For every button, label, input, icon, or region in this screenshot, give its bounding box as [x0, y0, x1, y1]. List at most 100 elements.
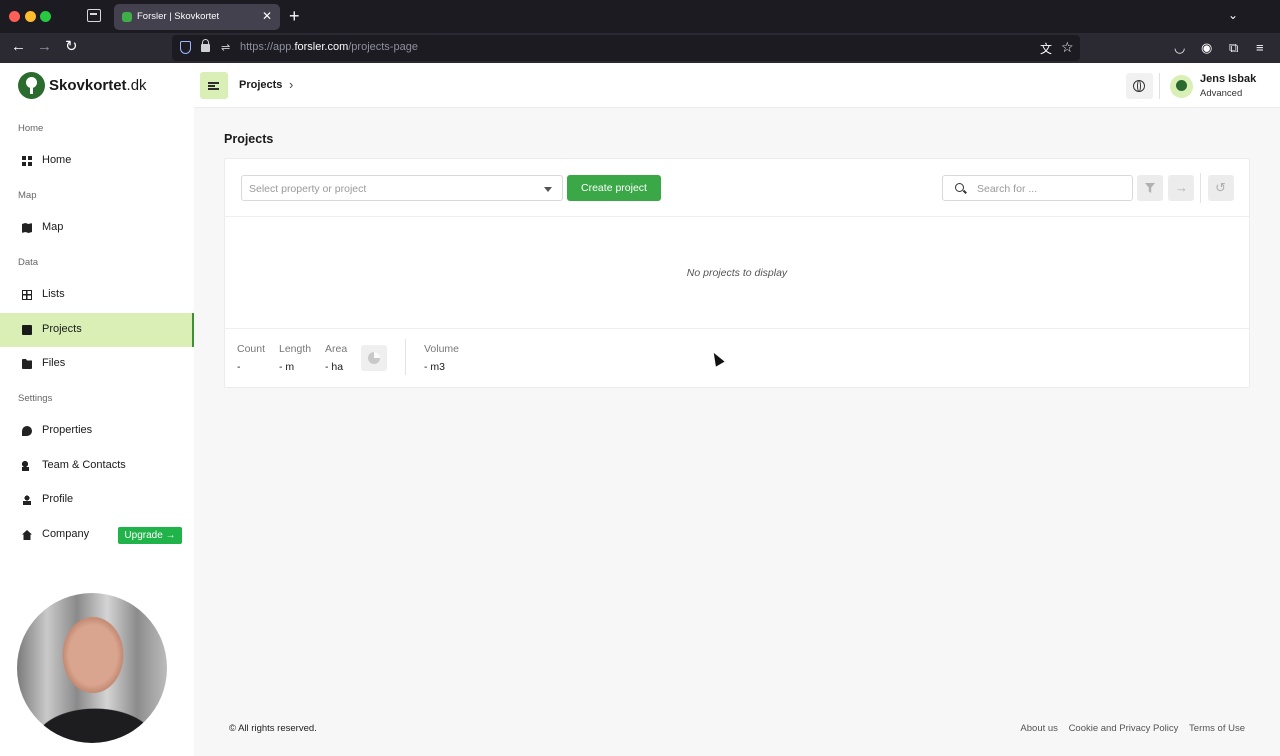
filter-button[interactable] [1137, 175, 1163, 201]
translate-icon[interactable]: 文 [1040, 40, 1052, 57]
pocket-icon[interactable]: ◡ [1174, 40, 1185, 55]
stat-label: Length [279, 343, 312, 355]
stat-value: - ha [325, 361, 344, 373]
sidebar-item-label: Properties [42, 424, 93, 436]
sidebar: Skovkortet.dk Home Home Map Map Data Lis… [0, 63, 194, 756]
new-tab-icon[interactable]: + [289, 6, 300, 26]
user-name[interactable]: Jens Isbak [1200, 73, 1256, 85]
back-arrow-icon[interactable]: ← [11, 39, 26, 55]
sidebar-item-team-contacts[interactable]: Team & Contacts [0, 449, 194, 483]
hamburger-menu-icon[interactable]: ≡ [1256, 40, 1264, 55]
stat-length: Length - m [279, 343, 311, 373]
window-minimize-button[interactable] [25, 11, 36, 22]
bookmark-star-icon[interactable]: ☆ [1061, 39, 1074, 56]
sidebar-item-lists[interactable]: Lists [0, 278, 194, 312]
url-host: forsler.com [294, 41, 349, 53]
sidebar-item-properties[interactable]: Properties [0, 414, 194, 448]
tree-logo-icon [18, 72, 45, 99]
window-close-button[interactable] [9, 11, 20, 22]
property-project-select[interactable]: Select property or project [241, 175, 563, 201]
clipboard-icon [22, 325, 32, 335]
stat-value: - m [279, 361, 295, 373]
stat-area: Area - ha [325, 343, 347, 373]
section-label-settings: Settings [18, 393, 53, 404]
url-text[interactable]: https://app.forsler.com/projects-page [240, 41, 418, 53]
select-placeholder: Select property or project [249, 183, 367, 195]
reset-button[interactable] [1208, 175, 1234, 201]
stat-label: Area [325, 343, 348, 355]
top-bar: Projects › Jens Isbak Advanced [194, 63, 1280, 108]
empty-state-message: No projects to display [686, 267, 788, 279]
search-icon [955, 183, 964, 192]
search-input[interactable] [977, 181, 1127, 197]
stat-value: - m3 [424, 361, 445, 373]
sidebar-item-files[interactable]: Files [0, 347, 194, 381]
chevron-down-icon[interactable]: ⌄ [1228, 8, 1238, 22]
section-label-map: Map [18, 190, 37, 201]
browser-tab[interactable]: Forsler | Skovkortet ✕ [114, 4, 280, 30]
create-project-button[interactable]: Create project [567, 175, 661, 201]
sidebar-item-projects[interactable]: Projects [0, 313, 194, 347]
webcam-overlay [17, 593, 167, 743]
stat-count: Count - [237, 343, 265, 373]
menu-line [208, 82, 219, 84]
avatar[interactable] [1170, 75, 1193, 98]
pie-chart-button[interactable] [361, 345, 387, 371]
stat-label: Volume [424, 343, 460, 355]
sidebar-item-label: Profile [42, 493, 74, 505]
close-tab-icon[interactable]: ✕ [262, 9, 272, 23]
sidebar-item-label: Projects [42, 323, 82, 335]
sidebar-item-label: Company [42, 528, 90, 540]
tab-overview-icon[interactable] [87, 9, 101, 22]
toolbar-divider [1200, 173, 1201, 203]
footer-link-privacy[interactable]: Cookie and Privacy Policy [1069, 723, 1179, 734]
sidebar-item-label: Team & Contacts [42, 459, 126, 471]
house-icon [22, 530, 32, 540]
sidebar-item-label: Map [42, 221, 64, 233]
sidebar-item-label: Lists [42, 288, 65, 300]
app: Skovkortet.dk Home Home Map Map Data Lis… [0, 63, 1280, 756]
account-icon[interactable]: ◉ [1201, 40, 1212, 55]
dashboard-icon [22, 156, 32, 166]
permissions-icon[interactable]: ⇌ [221, 41, 230, 54]
forward-arrow-icon[interactable]: → [37, 39, 52, 55]
search-box[interactable] [942, 175, 1133, 201]
section-label-home: Home [18, 123, 44, 134]
footer-copyright: © All rights reserved. [229, 723, 317, 734]
export-button[interactable] [1168, 175, 1194, 201]
sidebar-item-map[interactable]: Map [0, 211, 194, 245]
sidebar-item-profile[interactable]: Profile [0, 483, 194, 517]
extensions-icon[interactable]: ⧉ [1229, 40, 1238, 55]
footer-link-terms[interactable]: Terms of Use [1189, 723, 1245, 734]
team-icon [22, 461, 32, 471]
tracking-shield-icon[interactable] [180, 41, 191, 54]
stat-label: Count [237, 343, 266, 355]
section-label-data: Data [18, 257, 39, 268]
browser-tab-bar: Forsler | Skovkortet ✕ + ⌄ [0, 0, 1280, 33]
stat-value: - [237, 361, 241, 373]
menu-line [208, 88, 219, 90]
address-bar[interactable]: ⇌ https://app.forsler.com/projects-page … [172, 35, 1080, 61]
map-pin-icon [22, 426, 32, 436]
footer-link-about[interactable]: About us [1020, 723, 1058, 734]
sidebar-item-home[interactable]: Home [0, 144, 194, 178]
browser-nav-bar: ← → ↻ ⇌ https://app.forsler.com/projects… [0, 33, 1280, 63]
folder-icon [22, 359, 32, 369]
menu-collapse-button[interactable] [200, 72, 228, 99]
stat-volume: Volume - m3 [424, 343, 459, 373]
url-prefix: https://app. [240, 41, 295, 53]
breadcrumb[interactable]: Projects [239, 79, 282, 91]
lock-icon[interactable] [201, 39, 210, 52]
upgrade-button[interactable]: Upgrade → [118, 527, 182, 544]
caret-down-icon [544, 187, 552, 192]
header-divider [1159, 73, 1160, 99]
sidebar-item-company[interactable]: Company Upgrade → [0, 518, 194, 552]
language-globe-button[interactable] [1126, 73, 1153, 99]
window-zoom-button[interactable] [40, 11, 51, 22]
page-title: Projects [224, 132, 274, 146]
brand-name: Skovkortet.dk [49, 77, 147, 94]
footer-links: About us Cookie and Privacy Policy Terms… [1012, 723, 1245, 734]
map-icon [22, 223, 32, 233]
sidebar-item-label: Files [42, 357, 66, 369]
reload-icon[interactable]: ↻ [65, 39, 78, 55]
